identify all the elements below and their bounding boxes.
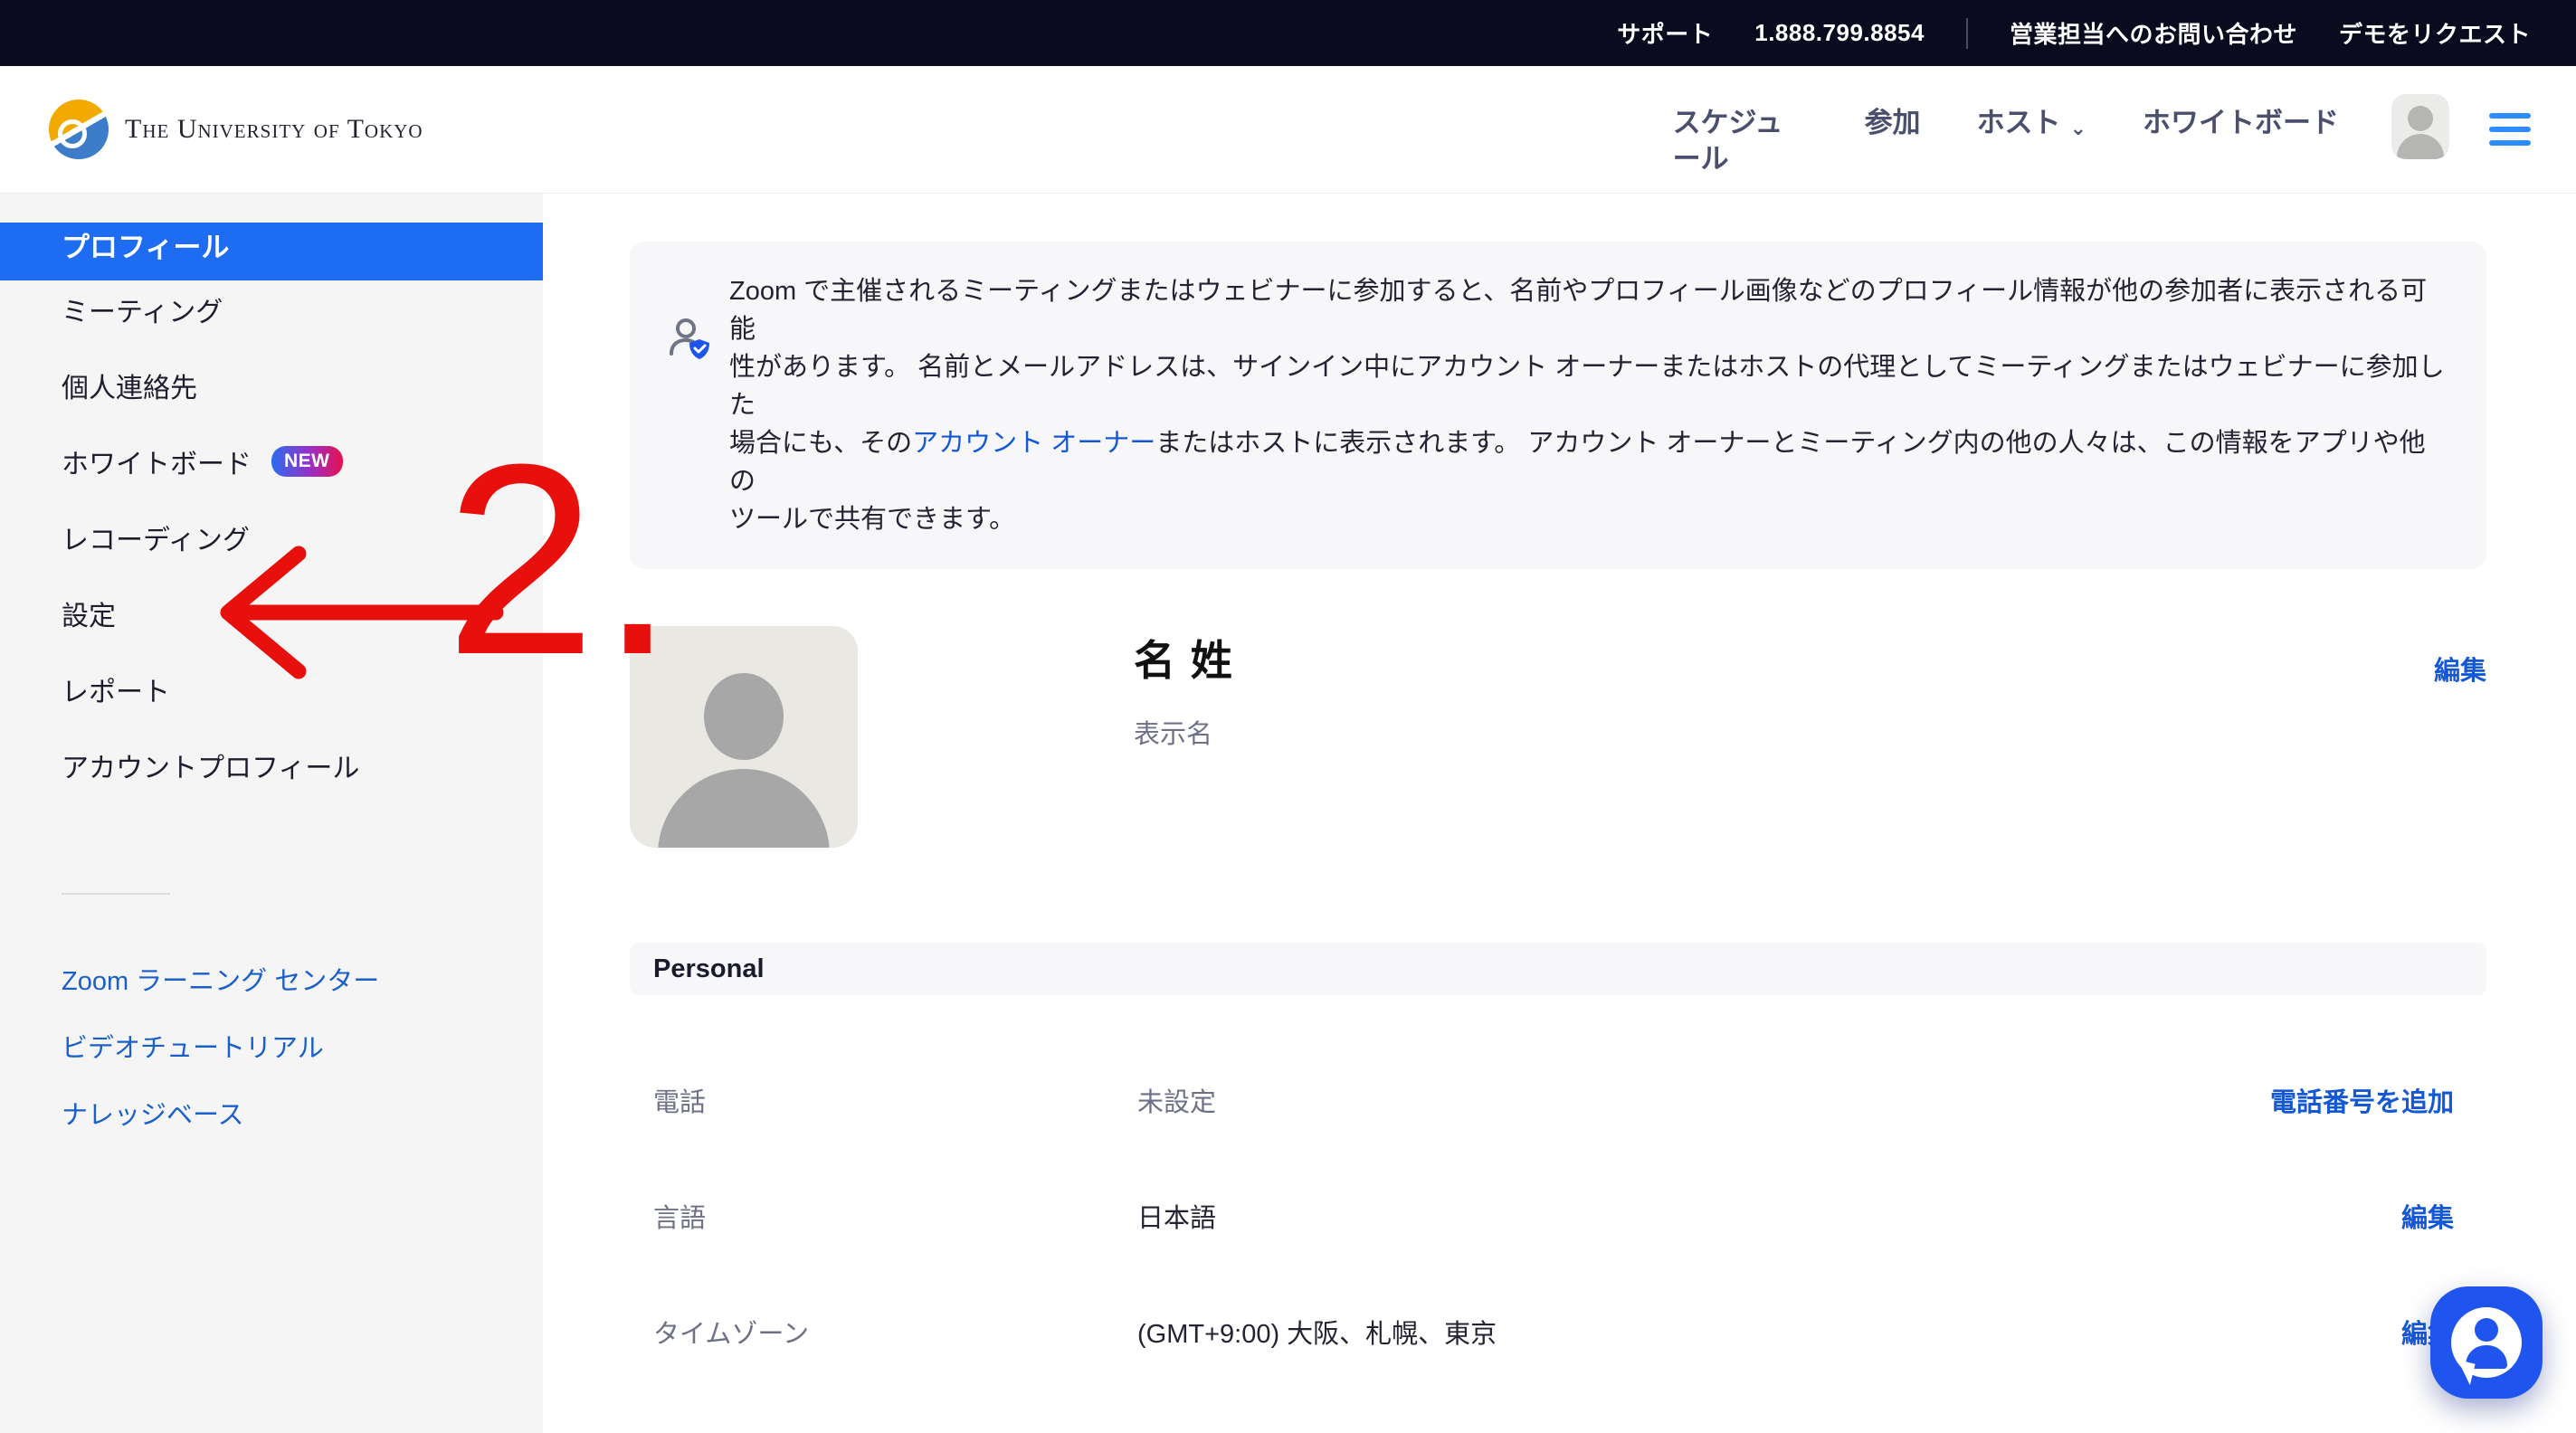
nav-whiteboard[interactable]: ホワイトボード <box>2143 105 2339 141</box>
main-content: Zoom で主催されるミーティングまたはウェビナーに参加すると、名前やプロフィー… <box>543 194 2576 1433</box>
support-chat-button[interactable] <box>2430 1286 2543 1399</box>
university-logo[interactable]: The University of Tokyo <box>49 100 423 159</box>
request-demo-link[interactable]: デモをリクエスト <box>2339 16 2531 50</box>
language-row: 言語 日本語 編集 <box>630 1158 2486 1274</box>
person-silhouette-icon <box>704 673 784 760</box>
header-nav: スケジュール 参加 ホスト ⌄ ホワイトボード <box>1673 81 2339 177</box>
university-logo-text: The University of Tokyo <box>125 114 423 145</box>
timezone-label: タイムゾーン <box>653 1313 1137 1351</box>
edit-date-format-button[interactable]: 編集 <box>2401 1428 2486 1433</box>
sidebar-item-profile-label: プロフィール <box>62 224 229 271</box>
date-format-row: 日付形式 yyyy/mm/dd Example: 2022/12/28 編集 <box>630 1390 2486 1433</box>
sidebar-item-whiteboard-label: ホワイトボード <box>62 441 252 481</box>
nav-schedule[interactable]: スケジュール <box>1673 105 1809 177</box>
language-value: 日本語 <box>1137 1197 1216 1235</box>
phone-value: 未設定 <box>1137 1081 1216 1119</box>
hamburger-menu-icon[interactable] <box>2489 113 2531 146</box>
sidebar-item-contacts[interactable]: 個人連絡先 <box>0 347 543 423</box>
nav-host[interactable]: ホスト ⌄ <box>1977 105 2086 147</box>
edit-language-button[interactable]: 編集 <box>2401 1197 2486 1235</box>
privacy-notice-banner: Zoom で主催されるミーティングまたはウェビナーに参加すると、名前やプロフィー… <box>630 242 2486 569</box>
phone-label: 電話 <box>653 1081 1137 1119</box>
sidebar-item-settings[interactable]: 設定 <box>0 575 543 651</box>
sidebar: プロフィール ミーティング 個人連絡先 ホワイトボード NEW レコーディング … <box>0 194 543 1433</box>
sidebar-item-reports[interactable]: レポート <box>0 651 543 727</box>
zoom-profile-page: サポート 1.888.799.8854 営業担当へのお問い合わせ デモをリクエス… <box>0 0 2576 1433</box>
sidebar-link-knowledge-base[interactable]: ナレッジベース <box>0 1079 543 1146</box>
account-owner-link[interactable]: アカウント オーナー <box>912 429 1155 458</box>
sidebar-item-meetings[interactable]: ミーティング <box>0 271 543 347</box>
language-label: 言語 <box>653 1197 1137 1235</box>
timezone-row: タイムゾーン (GMT+9:00) 大阪、札幌、東京 編集 <box>630 1274 2486 1390</box>
privacy-notice-text: Zoom で主催されるミーティングまたはウェビナーに参加すると、名前やプロフィー… <box>729 272 2450 538</box>
header: The University of Tokyo スケジュール 参加 ホスト ⌄ … <box>0 66 2576 194</box>
personal-rows: 電話 未設定 電話番号を追加 言語 日本語 編集 タイムゾーン (GMT+9:0… <box>630 1042 2486 1433</box>
timezone-value: (GMT+9:00) 大阪、札幌、東京 <box>1137 1313 1497 1351</box>
edit-profile-button[interactable]: 編集 <box>2434 650 2486 688</box>
personal-section-title: Personal <box>653 954 765 984</box>
add-phone-number-button[interactable]: 電話番号を追加 <box>2270 1081 2486 1119</box>
profile-picture-placeholder[interactable] <box>630 626 858 848</box>
sidebar-item-whiteboard[interactable]: ホワイトボード NEW <box>0 423 543 499</box>
new-badge: NEW <box>271 446 343 477</box>
user-name: 名 姓 <box>1134 628 1234 688</box>
sidebar-item-account-profile[interactable]: アカウントプロフィール <box>0 727 543 803</box>
personal-section-header: Personal <box>630 943 2486 995</box>
person-shield-icon <box>666 316 729 538</box>
chat-person-icon <box>2451 1307 2522 1378</box>
sidebar-item-recordings[interactable]: レコーディング <box>0 499 543 575</box>
topbar-divider <box>1966 18 1968 49</box>
phone-row: 電話 未設定 電話番号を追加 <box>630 1042 2486 1158</box>
university-logo-icon <box>49 100 109 159</box>
chevron-down-icon: ⌄ <box>2070 110 2086 147</box>
profile-header-section: 名 姓 表示名 編集 <box>630 626 2486 848</box>
top-utility-bar: サポート 1.888.799.8854 営業担当へのお問い合わせ デモをリクエス… <box>0 0 2576 66</box>
sidebar-link-video-tutorials[interactable]: ビデオチュートリアル <box>0 1012 543 1079</box>
display-name: 表示名 <box>1134 713 1234 751</box>
support-link[interactable]: サポート <box>1617 16 1713 50</box>
avatar-icon <box>2408 106 2433 131</box>
phone-number-link[interactable]: 1.888.799.8854 <box>1754 19 1925 47</box>
contact-sales-link[interactable]: 営業担当へのお問い合わせ <box>2010 16 2297 50</box>
sidebar-link-learning-center[interactable]: Zoom ラーニング センター <box>0 945 543 1012</box>
sidebar-divider <box>62 893 170 895</box>
profile-avatar-button[interactable] <box>2391 94 2449 159</box>
date-format-label: 日付形式 <box>653 1428 1137 1433</box>
nav-host-label: ホスト <box>1977 105 2061 141</box>
nav-join[interactable]: 参加 <box>1865 105 1921 141</box>
